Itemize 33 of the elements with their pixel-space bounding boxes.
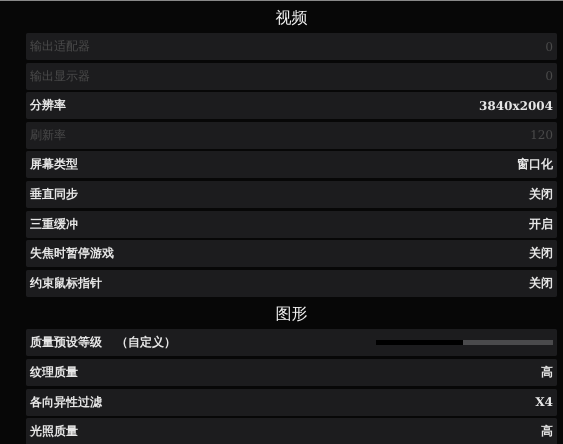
setting-row[interactable]: 屏幕类型 窗口化 [26,151,557,178]
setting-label: 约束鼠标指针 [30,274,102,292]
setting-label: 质量预设等级 [30,334,102,352]
setting-label: 光照质量 [30,423,78,440]
setting-row[interactable]: 纹理质量 高 [26,358,557,386]
setting-label: 屏幕类型 [30,156,78,174]
setting-value: 开启 [529,216,553,233]
setting-label: 三重缓冲 [30,216,78,233]
setting-value: 关闭 [529,274,553,292]
setting-row[interactable]: 各向异性过滤 X4 [26,388,557,416]
section-heading: 图形 [274,302,308,325]
setting-label: 失焦时暂停游戏 [30,245,114,262]
setting-row[interactable]: 质量预设等级 （自定义） [26,329,557,356]
section-heading: 视频 [274,6,308,28]
setting-value: 3840x2004 [479,98,553,113]
setting-label: 分辨率 [30,97,66,114]
slider-track[interactable] [376,340,553,346]
setting-row[interactable]: 垂直同步 关闭 [26,180,557,208]
setting-row[interactable]: 分辨率 3840x2004 [26,92,557,120]
setting-row[interactable]: 失焦时暂停游戏 关闭 [26,240,557,268]
setting-value: X4 [535,395,553,410]
setting-value: 窗口化 [517,156,553,174]
setting-label: 垂直同步 [30,186,78,203]
setting-value: 关闭 [529,186,553,203]
setting-label: 纹理质量 [30,364,78,381]
setting-note: （自定义） [116,334,176,352]
setting-value: 高 [541,423,553,440]
setting-value: 高 [541,364,553,381]
setting-row[interactable]: 光照质量 高 [26,418,557,444]
setting-row[interactable]: 约束鼠标指针 关闭 [26,270,557,297]
setting-row[interactable]: 三重缓冲 开启 [26,210,557,238]
setting-label: 各向异性过滤 [30,394,102,411]
setting-value: 关闭 [529,245,553,262]
